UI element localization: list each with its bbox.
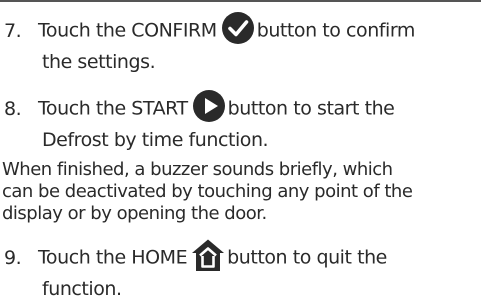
step-7-text-before: Touch the CONFIRM	[38, 19, 217, 42]
step-8-line-1: 8. Touch the START button to start the	[4, 89, 395, 126]
home-icon	[191, 238, 225, 272]
step-7-number: 7.	[4, 19, 22, 42]
note-line-1: When finished, a buzzer sounds briefly, …	[2, 159, 393, 180]
step-8-text-after: button to start the	[227, 97, 395, 120]
top-divider	[0, 0, 481, 2]
step-9-line-2: function.	[42, 277, 122, 301]
step-7-line-2: the settings.	[42, 50, 156, 74]
step-7-text-after: button to confirm	[256, 19, 416, 42]
step-7-continuation: the settings.	[42, 51, 156, 73]
confirm-checkmark-icon	[221, 11, 255, 45]
step-8-continuation: Defrost by time function.	[42, 129, 269, 151]
step-8-text-before: Touch the START	[38, 97, 188, 120]
step-9-text-after: button to quit the	[227, 246, 387, 269]
note-line-2: can be deactivated by touching any point…	[2, 181, 413, 202]
step-7-line-1: 7. Touch the CONFIRM button to confirm	[4, 11, 416, 48]
step-8-line-2: Defrost by time function.	[42, 128, 269, 152]
step-9-line-1: 9. Touch the HOME button to quit the	[4, 238, 387, 275]
step-8-number: 8.	[4, 97, 22, 120]
start-play-icon	[192, 89, 226, 123]
step-9-continuation: function.	[42, 278, 122, 300]
step-9-number: 9.	[4, 246, 22, 269]
step-9-text-before: Touch the HOME	[38, 246, 188, 269]
note-line-3: display or by opening the door.	[2, 203, 267, 224]
